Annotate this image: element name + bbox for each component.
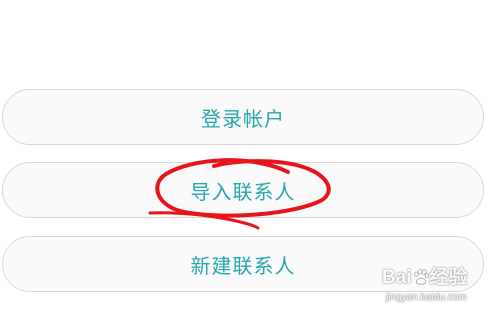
login-account-button[interactable]: 登录帐户 xyxy=(2,89,484,145)
new-contact-label: 新建联系人 xyxy=(190,253,296,278)
import-contacts-label: 导入联系人 xyxy=(190,179,296,204)
new-contact-button[interactable]: 新建联系人 xyxy=(2,236,484,292)
login-account-label: 登录帐户 xyxy=(201,106,285,131)
contacts-options-screen: 登录帐户 导入联系人 新建联系人 Bai 经验 jingyan.baidu.co… xyxy=(0,0,500,317)
import-contacts-button[interactable]: 导入联系人 xyxy=(2,162,484,218)
watermark-url: jingyan.baidu.com xyxy=(386,292,467,303)
